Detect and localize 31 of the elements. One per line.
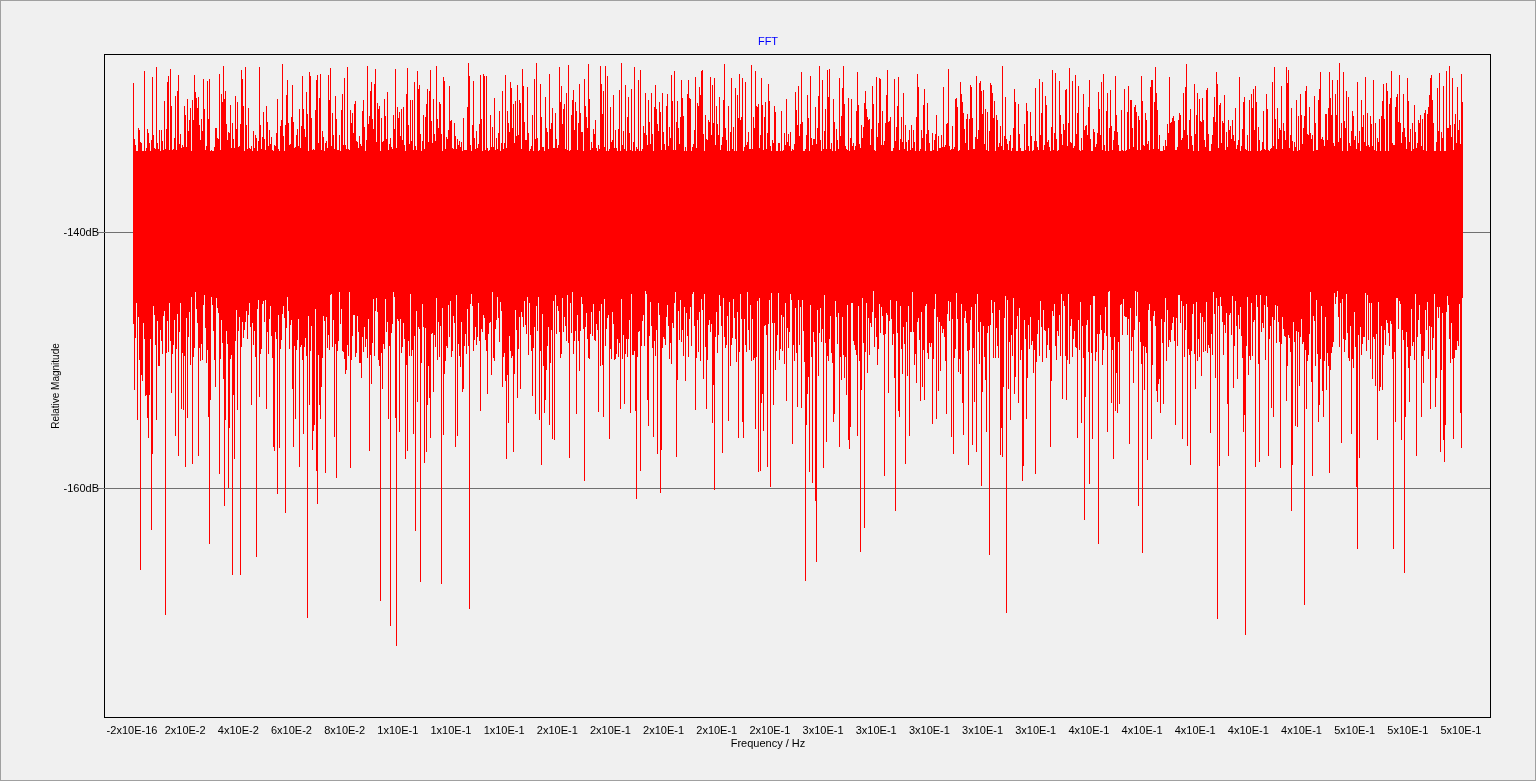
tick-label: 2x10E-1 [696, 724, 738, 736]
axis-label: Relative Magnitude [50, 343, 61, 429]
tick-label: 8x10E-2 [324, 724, 366, 736]
tick-label: 4x10E-1 [1227, 724, 1269, 736]
tick-label: 6x10E-2 [271, 724, 312, 736]
axis-label: Frequency / Hz [730, 737, 806, 749]
tick-label: 4x10E-1 [1281, 724, 1322, 736]
tick-label: 1x10E-1 [377, 724, 419, 736]
tick-label: 1x10E-1 [483, 724, 525, 736]
tick-label: 3x10E-1 [855, 724, 897, 736]
tick-label: -140dB [63, 226, 99, 238]
tick-label: 5x10E-1 [1387, 724, 1429, 736]
tick-label: 1x10E-1 [430, 724, 472, 736]
tick-label: 4x10E-2 [217, 724, 259, 736]
tick-label: 4x10E-1 [1121, 724, 1163, 736]
tick-label: -2x10E-16 [106, 724, 158, 736]
tick-label: 2x10E-1 [589, 724, 631, 736]
tick-label: 2x10E-1 [749, 724, 791, 736]
tick-label: 3x10E-1 [908, 724, 950, 736]
tick-label: 2x10E-2 [164, 724, 206, 736]
tick-label: 3x10E-1 [962, 724, 1004, 736]
tick-label: 4x10E-1 [1174, 724, 1216, 736]
tick-label: 2x10E-1 [536, 724, 578, 736]
tick-label: 5x10E-1 [1440, 724, 1482, 736]
tick-label: 2x10E-1 [643, 724, 685, 736]
tick-label: 5x10E-1 [1334, 724, 1376, 736]
chart-title: FFT [757, 35, 779, 47]
tick-label: -160dB [63, 482, 99, 494]
tick-label: 3x10E-1 [802, 724, 844, 736]
tick-label: 3x10E-1 [1015, 724, 1057, 736]
tick-label: 4x10E-1 [1068, 724, 1110, 736]
